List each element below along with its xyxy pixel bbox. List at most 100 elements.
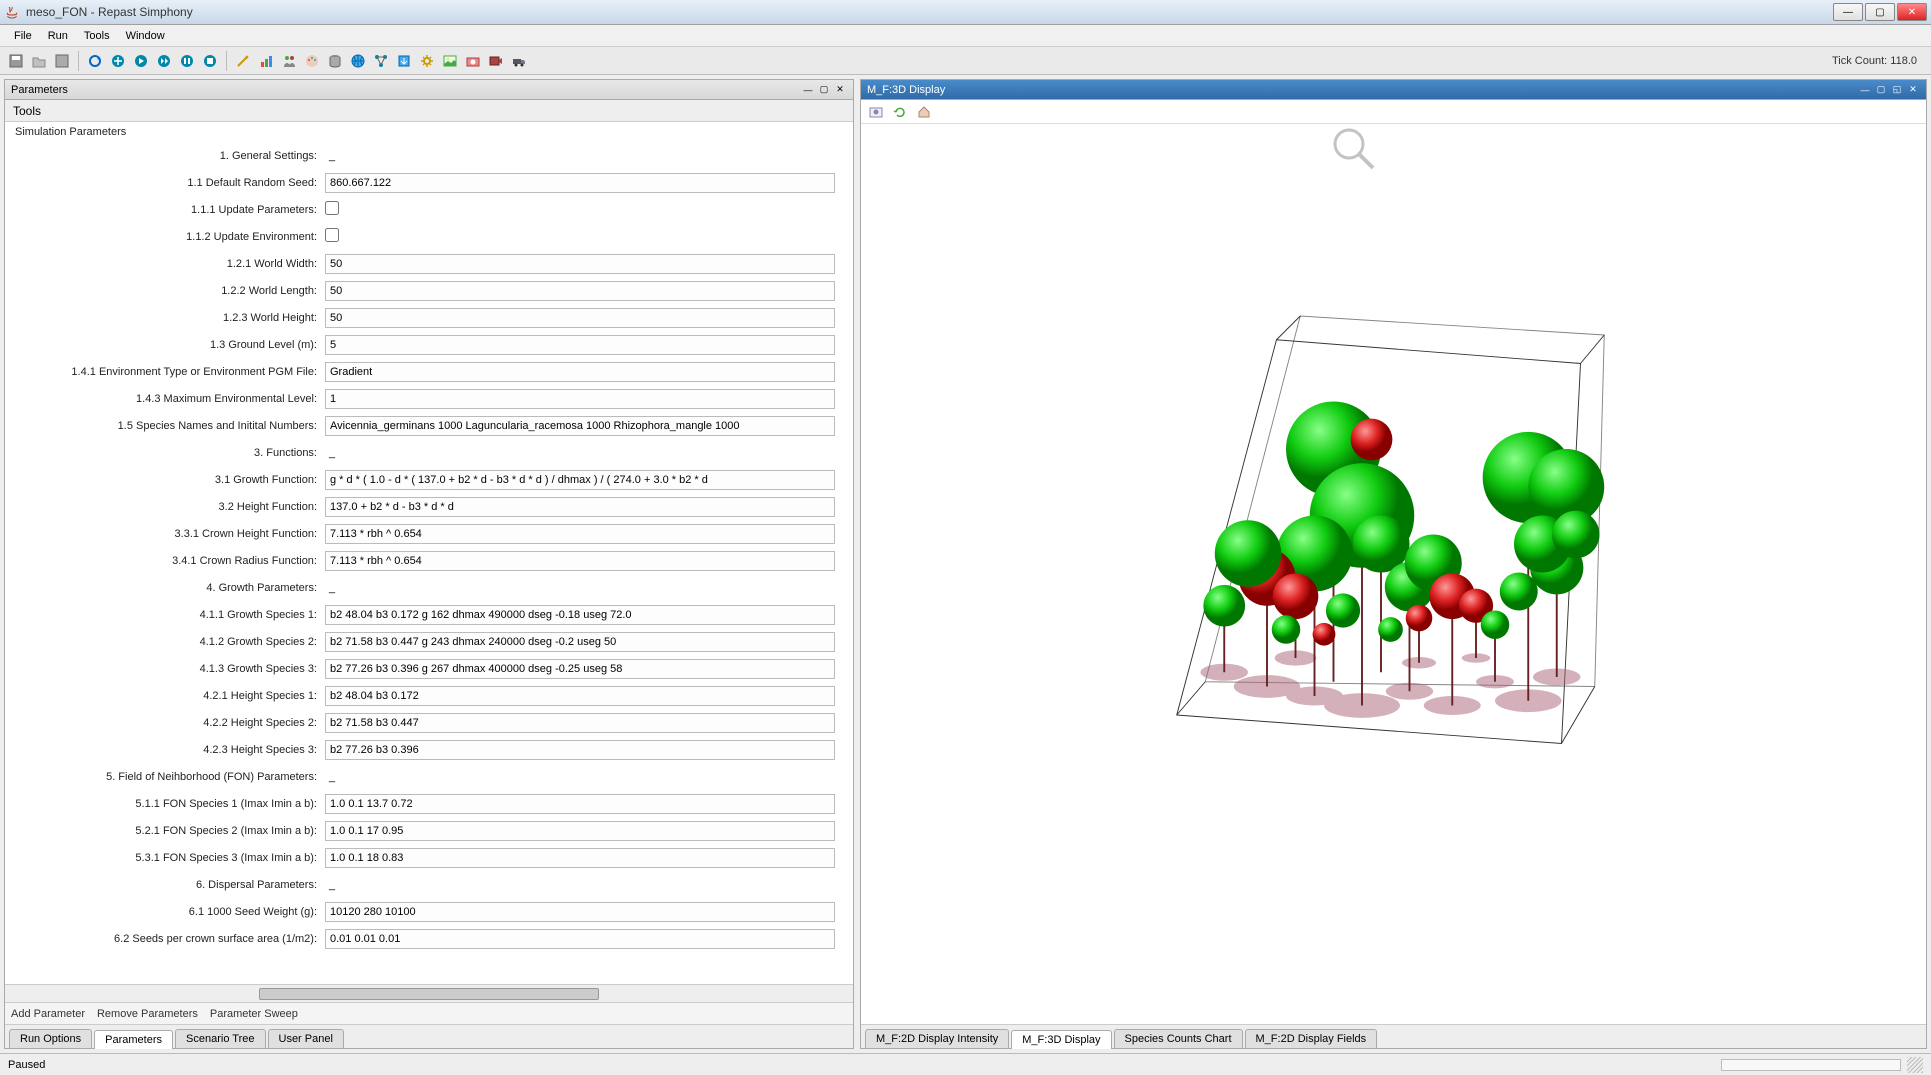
param-text-input[interactable]	[325, 659, 835, 679]
param-text-input[interactable]	[325, 308, 835, 328]
palette-icon[interactable]	[302, 51, 322, 71]
param-label: 4.2.3 Height Species 3:	[5, 744, 325, 756]
param-text-input[interactable]	[325, 497, 835, 517]
param-label: 1.4.1 Environment Type or Environment PG…	[5, 366, 325, 378]
parameter-sweep-link[interactable]: Parameter Sweep	[210, 1008, 298, 1020]
param-text-input[interactable]	[325, 551, 835, 571]
param-checkbox[interactable]	[325, 201, 339, 215]
menu-file[interactable]: File	[6, 28, 40, 44]
param-text-input[interactable]	[325, 173, 835, 193]
param-text-input[interactable]	[325, 470, 835, 490]
param-label: 6.2 Seeds per crown surface area (1/m2):	[5, 933, 325, 945]
left-tabs: Run Options Parameters Scenario Tree Use…	[5, 1024, 853, 1048]
param-input-wrap	[325, 821, 835, 841]
tools-header[interactable]: Tools	[5, 100, 853, 122]
tab-3d-display[interactable]: M_F:3D Display	[1011, 1030, 1111, 1049]
network-icon[interactable]	[371, 51, 391, 71]
param-text-input[interactable]	[325, 335, 835, 355]
refresh-icon[interactable]	[891, 103, 909, 121]
record-icon[interactable]	[486, 51, 506, 71]
param-text-input[interactable]	[325, 740, 835, 760]
add-parameter-link[interactable]: Add Parameter	[11, 1008, 85, 1020]
save-icon[interactable]	[6, 51, 26, 71]
home-icon[interactable]	[915, 103, 933, 121]
menu-run[interactable]: Run	[40, 28, 76, 44]
param-input-wrap	[325, 686, 835, 706]
param-text-input[interactable]	[325, 848, 835, 868]
param-row: 1.1.2 Update Environment:	[5, 223, 853, 250]
resize-grip-icon[interactable]	[1907, 1057, 1923, 1073]
param-checkbox[interactable]	[325, 228, 339, 242]
display-pane-minimize-icon[interactable]: —	[1858, 83, 1872, 97]
param-text-input[interactable]	[325, 821, 835, 841]
param-text-input[interactable]	[325, 929, 835, 949]
tab-run-options[interactable]: Run Options	[9, 1029, 92, 1048]
parameters-scroll[interactable]: Simulation Parameters 1. General Setting…	[5, 122, 853, 984]
param-row: 1.4.3 Maximum Environmental Level:	[5, 385, 853, 412]
param-row: 3.2 Height Function:	[5, 493, 853, 520]
param-text-input[interactable]	[325, 281, 835, 301]
param-input-wrap	[325, 848, 835, 868]
param-text-input[interactable]	[325, 713, 835, 733]
pane-minimize-icon[interactable]: —	[801, 83, 815, 97]
chart-icon[interactable]	[256, 51, 276, 71]
param-text-input[interactable]	[325, 254, 835, 274]
display-pane-restore-icon[interactable]: ◱	[1890, 83, 1904, 97]
param-label: 4. Growth Parameters:	[5, 582, 325, 594]
simulation-parameters-label: Simulation Parameters	[5, 122, 853, 142]
tab-2d-intensity[interactable]: M_F:2D Display Intensity	[865, 1029, 1009, 1048]
snapshot-icon[interactable]	[867, 103, 885, 121]
init-icon[interactable]	[108, 51, 128, 71]
wand-icon[interactable]	[233, 51, 253, 71]
pane-maximize-icon[interactable]: ▢	[817, 83, 831, 97]
step-icon[interactable]	[154, 51, 174, 71]
param-text-input[interactable]	[325, 362, 835, 382]
param-text-input[interactable]	[325, 524, 835, 544]
horizontal-scrollbar[interactable]	[5, 984, 853, 1002]
remove-parameters-link[interactable]: Remove Parameters	[97, 1008, 198, 1020]
param-static-value: _	[325, 582, 335, 594]
truck-icon[interactable]	[509, 51, 529, 71]
image-icon[interactable]	[440, 51, 460, 71]
pause-icon[interactable]	[177, 51, 197, 71]
param-text-input[interactable]	[325, 632, 835, 652]
param-label: 3.1 Growth Function:	[5, 474, 325, 486]
close-button[interactable]: ✕	[1897, 3, 1927, 21]
java-icon	[4, 4, 20, 20]
display-3d-canvas[interactable]	[861, 124, 1926, 1024]
param-text-input[interactable]	[325, 605, 835, 625]
param-row: 1.1 Default Random Seed:	[5, 169, 853, 196]
display-pane-maximize-icon[interactable]: ▢	[1874, 83, 1888, 97]
menu-tools[interactable]: Tools	[76, 28, 118, 44]
camera-icon[interactable]	[463, 51, 483, 71]
people-icon[interactable]	[279, 51, 299, 71]
tab-parameters[interactable]: Parameters	[94, 1030, 173, 1049]
minimize-button[interactable]: —	[1833, 3, 1863, 21]
main-toolbar: Tick Count: 118.0	[0, 47, 1931, 75]
tab-2d-fields[interactable]: M_F:2D Display Fields	[1245, 1029, 1378, 1048]
param-text-input[interactable]	[325, 794, 835, 814]
pane-close-icon[interactable]: ✕	[833, 83, 847, 97]
tab-species-chart[interactable]: Species Counts Chart	[1114, 1029, 1243, 1048]
param-text-input[interactable]	[325, 389, 835, 409]
scrollbar-thumb[interactable]	[259, 988, 598, 1000]
reset-icon[interactable]	[85, 51, 105, 71]
play-icon[interactable]	[131, 51, 151, 71]
param-label: 4.1.3 Growth Species 3:	[5, 663, 325, 675]
tab-user-panel[interactable]: User Panel	[268, 1029, 344, 1048]
param-text-input[interactable]	[325, 686, 835, 706]
open-icon[interactable]	[29, 51, 49, 71]
param-text-input[interactable]	[325, 902, 835, 922]
db-icon[interactable]	[325, 51, 345, 71]
param-text-input[interactable]	[325, 416, 835, 436]
gear-icon[interactable]	[417, 51, 437, 71]
menu-window[interactable]: Window	[118, 28, 173, 44]
stop-icon[interactable]	[200, 51, 220, 71]
export-icon[interactable]	[394, 51, 414, 71]
display-pane-close-icon[interactable]: ✕	[1906, 83, 1920, 97]
tab-scenario-tree[interactable]: Scenario Tree	[175, 1029, 265, 1048]
disk-icon[interactable]	[52, 51, 72, 71]
restore-button[interactable]: ▢	[1865, 3, 1895, 21]
param-row: 1.4.1 Environment Type or Environment PG…	[5, 358, 853, 385]
globe-icon[interactable]	[348, 51, 368, 71]
